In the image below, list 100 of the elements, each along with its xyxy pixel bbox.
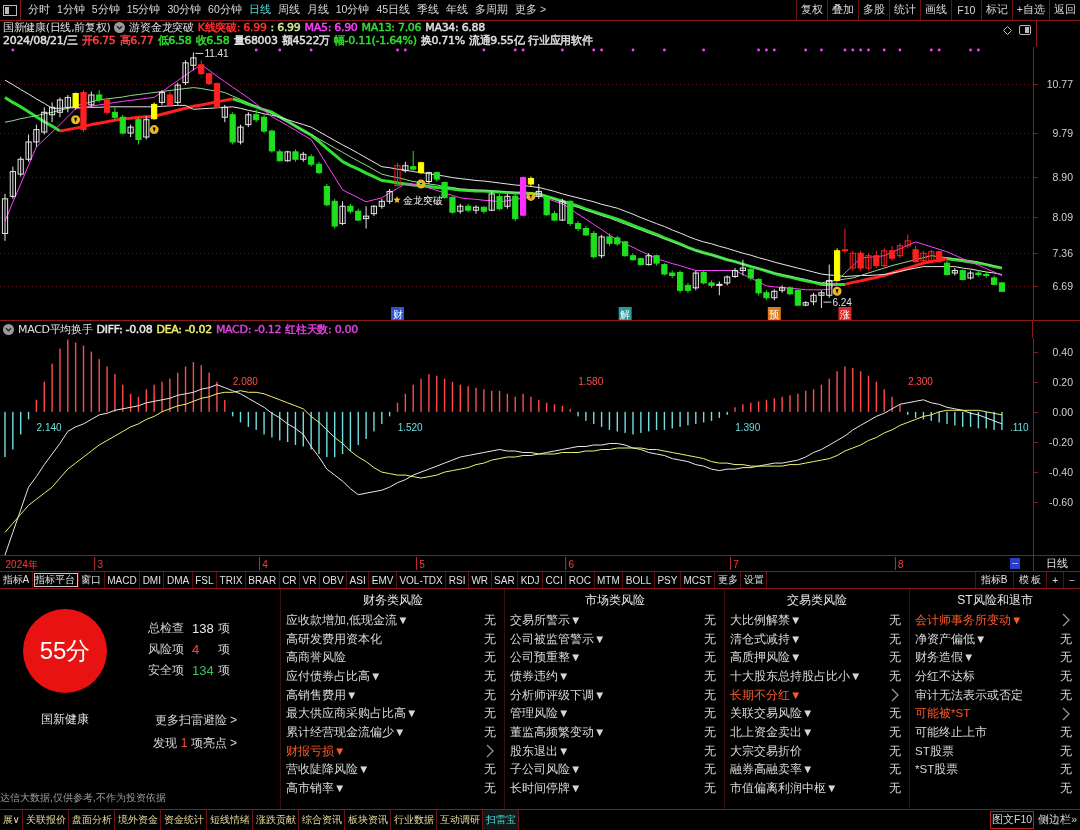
- bottom-tab[interactable]: 展∨: [0, 810, 24, 830]
- period-tab[interactable]: 季线: [416, 3, 441, 17]
- indicator-tab[interactable]: BRAR: [245, 572, 280, 588]
- bottom-tab[interactable]: 境外资金: [115, 810, 162, 830]
- indicator-tab[interactable]: DMI: [140, 572, 165, 588]
- risk-item[interactable]: 大比例解禁▼: [730, 612, 802, 628]
- risk-item[interactable]: 公司预重整▼: [510, 650, 582, 666]
- bottom-tab[interactable]: 扫雷宝: [483, 810, 520, 830]
- bottom-tab[interactable]: 行业数据: [391, 810, 438, 830]
- indicator-tab[interactable]: MCST: [680, 572, 716, 588]
- indicator-tab[interactable]: FSL: [192, 572, 218, 588]
- indicator-tab[interactable]: 指标B: [974, 572, 1013, 588]
- indicator-tab[interactable]: 指标A: [0, 572, 33, 588]
- bottom-tab[interactable]: 关联报价: [23, 810, 70, 830]
- risk-item[interactable]: 股东退出▼: [510, 743, 570, 759]
- risk-item[interactable]: 董监高频繁变动▼: [510, 724, 606, 740]
- period-tab[interactable]: 45日线: [375, 3, 412, 17]
- chevron-icon[interactable]: [891, 688, 899, 703]
- more-button[interactable]: 更多 >: [514, 3, 548, 17]
- risk-item[interactable]: 高销售费用▼: [286, 687, 358, 703]
- indicator-tab[interactable]: 更多: [715, 572, 742, 588]
- risk-item[interactable]: 公司被监管警示▼: [510, 631, 606, 647]
- risk-item[interactable]: 审计无法表示或否定: [915, 687, 1023, 703]
- risk-item[interactable]: 可能终止上市: [915, 724, 987, 740]
- risk-item[interactable]: 管理风险▼: [510, 706, 570, 722]
- chevron-icon[interactable]: [486, 744, 494, 759]
- indicator-tab[interactable]: MTM: [594, 572, 624, 588]
- risk-item[interactable]: 长时间停牌▼: [510, 781, 582, 797]
- period-tab[interactable]: 30分钟: [166, 3, 203, 17]
- risk-item[interactable]: *ST股票: [915, 762, 959, 778]
- period-tab[interactable]: 分时: [27, 3, 51, 17]
- risk-item[interactable]: 清仓式减持▼: [730, 631, 802, 647]
- indicator-tab[interactable]: VR: [300, 572, 320, 588]
- toolbar-button[interactable]: +自选: [1011, 0, 1049, 20]
- risk-item[interactable]: 营收陡降风险▼: [286, 762, 370, 778]
- risk-item[interactable]: 分红不达标: [915, 668, 975, 684]
- panel-toggle-icon[interactable]: [0, 0, 21, 20]
- risk-item[interactable]: 高市销率▼: [286, 781, 346, 797]
- toolbar-button[interactable]: 标记: [980, 0, 1012, 20]
- event-tag[interactable]: 财: [391, 307, 404, 320]
- indicator-tab[interactable]: 模 板: [1012, 572, 1047, 588]
- bottom-tab[interactable]: 短线情绪: [207, 810, 254, 830]
- risk-item[interactable]: 关联交易风险▼: [730, 706, 814, 722]
- risk-item[interactable]: 累计经营现金流偏少▼: [286, 724, 406, 740]
- toolbar-button[interactable]: 画线: [919, 0, 951, 20]
- indicator-tab[interactable]: 指标平台: [32, 572, 79, 588]
- risk-item[interactable]: 大宗交易折价: [730, 743, 802, 759]
- scan-link[interactable]: 更多扫雷避险 >: [154, 712, 237, 729]
- risk-item[interactable]: ST股票: [915, 743, 954, 759]
- risk-item[interactable]: 交易所警示▼: [510, 612, 582, 628]
- period-tab[interactable]: 月线: [305, 3, 330, 17]
- indicator-tab[interactable]: KDJ: [518, 572, 544, 588]
- risk-item[interactable]: 可能被*ST: [915, 706, 971, 722]
- risk-item[interactable]: 市值偏离利润中枢▼: [730, 781, 838, 797]
- period-tab[interactable]: 多周期: [474, 3, 510, 17]
- indicator-tab[interactable]: CR: [279, 572, 301, 588]
- period-tab[interactable]: 1分钟: [56, 3, 86, 17]
- indicator-tab[interactable]: TRIX: [217, 572, 246, 588]
- bottom-tab[interactable]: 板块资讯: [345, 810, 392, 830]
- period-tab[interactable]: 15分钟: [125, 3, 162, 17]
- indicator-tab[interactable]: PSY: [654, 572, 681, 588]
- risk-item[interactable]: 分析师评级下调▼: [510, 687, 606, 703]
- risk-item[interactable]: 北上资金卖出▼: [730, 724, 814, 740]
- scan-link[interactable]: 发现 1 项亮点 >: [153, 735, 237, 752]
- period-tab[interactable]: 10分钟: [334, 3, 371, 17]
- toolbar-button[interactable]: 多股: [857, 0, 889, 20]
- dropdown-icon[interactable]: [3, 324, 14, 335]
- risk-item[interactable]: 长期不分红▼: [730, 687, 802, 703]
- toolbar-button[interactable]: 返回: [1049, 0, 1080, 20]
- indicator-tab[interactable]: +: [1046, 572, 1064, 588]
- period-tab[interactable]: 年线: [445, 3, 470, 17]
- event-tag[interactable]: 涨: [838, 307, 852, 320]
- indicator-tab[interactable]: 窗口: [78, 572, 105, 588]
- risk-item[interactable]: 应收款增加,低现金流▼: [286, 612, 409, 628]
- risk-item[interactable]: 会计师事务所变动▼: [915, 612, 1023, 628]
- period-label[interactable]: 日线: [1033, 556, 1080, 571]
- indicator-tab[interactable]: VOL-TDX: [396, 572, 447, 588]
- toolbar-button[interactable]: 复权: [795, 0, 827, 20]
- period-tab[interactable]: 周线: [276, 3, 301, 17]
- indicator-tab[interactable]: MACD: [104, 572, 141, 588]
- dropdown-icon[interactable]: [114, 22, 126, 33]
- panel-toggle-icon[interactable]: [1019, 25, 1031, 35]
- chevron-icon[interactable]: [1062, 613, 1070, 628]
- risk-item[interactable]: 财报亏损▼: [286, 743, 346, 759]
- risk-item[interactable]: 净资产偏低▼: [915, 631, 987, 647]
- indicator-tab[interactable]: ASI: [347, 572, 370, 588]
- toolbar-button[interactable]: 叠加: [826, 0, 858, 20]
- period-tab[interactable]: 60分钟: [207, 3, 243, 17]
- diamond-icon[interactable]: [1003, 25, 1012, 35]
- indicator-tab[interactable]: 设置: [741, 572, 768, 588]
- indicator-tab[interactable]: DMA: [164, 572, 193, 588]
- risk-item[interactable]: 财务造假▼: [915, 650, 975, 666]
- toolbar-button[interactable]: 统计: [888, 0, 920, 20]
- bottom-tab[interactable]: 图文F10: [989, 810, 1036, 830]
- risk-item[interactable]: 十大股东总持股占比小▼: [730, 668, 862, 684]
- period-tab[interactable]: 日线: [247, 3, 272, 17]
- bottom-tab[interactable]: 侧边栏»: [1035, 810, 1080, 830]
- indicator-tab[interactable]: CCI: [543, 572, 567, 588]
- risk-item[interactable]: 高研发费用资本化: [286, 631, 382, 647]
- indicator-tab[interactable]: WR: [468, 572, 492, 588]
